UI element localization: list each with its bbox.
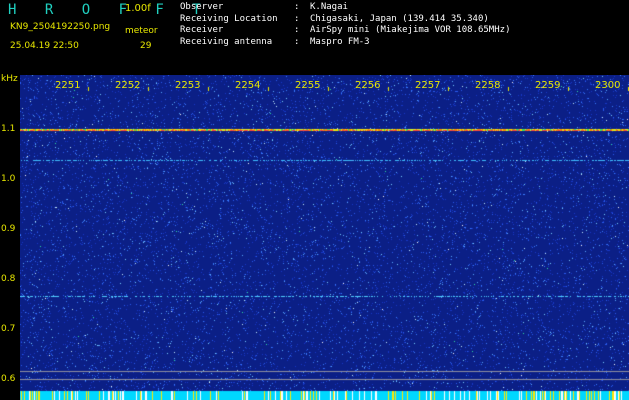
info-key: Receiving antenna <box>180 36 273 47</box>
meteor-count: 29 <box>140 41 152 51</box>
y-tick-label: 1.1 <box>1 124 16 134</box>
info-row-location: Receiving Location: Chigasaki, Japan (139… <box>180 14 510 26</box>
meteor-label: meteor <box>125 26 158 36</box>
time-tick-label: 2256 <box>355 80 381 91</box>
time-tick-label: 2259 <box>535 80 561 91</box>
time-tick-label: 2257 <box>415 80 441 91</box>
file-name: KN9_2504192250.png <box>10 22 111 32</box>
info-key: Receiver <box>180 25 224 35</box>
info-key: Receiving Location <box>180 13 278 24</box>
info-colon: : <box>294 13 300 24</box>
spectrogram <box>20 75 629 400</box>
info-colon: : <box>294 2 300 12</box>
time-tick-label: 2252 <box>115 80 141 91</box>
y-tick-label: 1.0 <box>1 174 16 184</box>
time-tick-label: 2255 <box>295 80 321 91</box>
info-colon: : <box>294 36 300 47</box>
station-info: Observer: K.Nagai Receiving Location: Chig… <box>180 2 510 48</box>
time-tick-label: 2251 <box>55 80 81 91</box>
axis-unit: kHz <box>1 74 18 84</box>
info-row-receiver: Receiver: AirSpy mini (Miakejima VOR 108.… <box>180 25 510 37</box>
y-tick-label: 0.8 <box>1 274 16 284</box>
info-row-antenna: Receiving antenna: Maspro FM-3 <box>180 37 510 49</box>
datetime: 25.04.19 22:50 <box>10 41 79 51</box>
time-tick-label: 2258 <box>475 80 501 91</box>
info-colon: : <box>294 25 300 35</box>
time-tick-label: 2300 <box>595 80 621 91</box>
info-value: AirSpy mini (Miakejima VOR 108.65MHz) <box>310 25 511 35</box>
time-tick-label: 2254 <box>235 80 261 91</box>
info-row-observer: Observer: K.Nagai <box>180 2 510 14</box>
info-key: Observer <box>180 2 224 12</box>
version-label: 1.00f <box>125 3 151 14</box>
y-tick-label: 0.6 <box>1 374 16 384</box>
y-tick-label: 0.7 <box>1 324 16 334</box>
info-value: K.Nagai <box>310 2 348 12</box>
time-tick-label: 2253 <box>175 80 201 91</box>
info-value: Chigasaki, Japan (139.414 35.340) <box>310 13 489 24</box>
header-panel: H R O F F T 1.00f KN9_2504192250.png met… <box>0 0 629 75</box>
y-tick-label: 0.9 <box>1 224 16 234</box>
info-value: Maspro FM-3 <box>310 36 370 47</box>
